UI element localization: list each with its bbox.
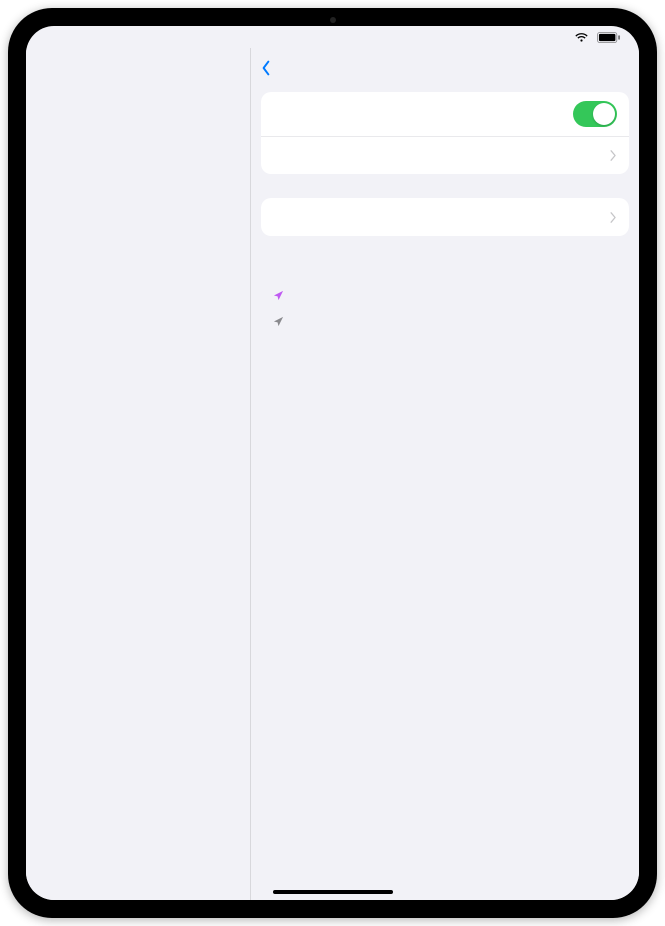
location-arrow-purple-icon xyxy=(273,290,284,306)
detail-header xyxy=(251,48,639,88)
home-indicator xyxy=(273,890,393,894)
share-location-group xyxy=(261,198,629,236)
detail-pane xyxy=(251,48,639,900)
settings-sidebar xyxy=(26,48,251,900)
detail-body xyxy=(251,88,639,356)
battery-icon xyxy=(597,32,621,43)
sidebar-scroll[interactable] xyxy=(26,66,250,900)
legend-gray xyxy=(261,310,629,336)
sidebar-title xyxy=(26,48,250,66)
status-right xyxy=(574,32,621,43)
chevron-right-icon xyxy=(610,150,617,161)
location-toggle-switch[interactable] xyxy=(573,101,617,127)
share-location-row[interactable] xyxy=(261,198,629,236)
location-hints-row[interactable] xyxy=(261,136,629,174)
apps-location-footer xyxy=(261,266,629,284)
camera-dot xyxy=(330,17,336,23)
legend-purple xyxy=(261,284,629,310)
wifi-icon xyxy=(574,32,589,43)
status-bar xyxy=(26,26,639,48)
location-main-group xyxy=(261,92,629,174)
location-arrow-gray-icon xyxy=(273,316,284,332)
screen xyxy=(26,26,639,900)
location-main-footer xyxy=(261,180,629,198)
split-view xyxy=(26,48,639,900)
ipad-frame xyxy=(8,8,657,918)
share-location-footer xyxy=(261,242,629,260)
back-button[interactable] xyxy=(259,60,275,76)
chevron-right-icon xyxy=(610,212,617,223)
location-toggle-row[interactable] xyxy=(261,92,629,136)
